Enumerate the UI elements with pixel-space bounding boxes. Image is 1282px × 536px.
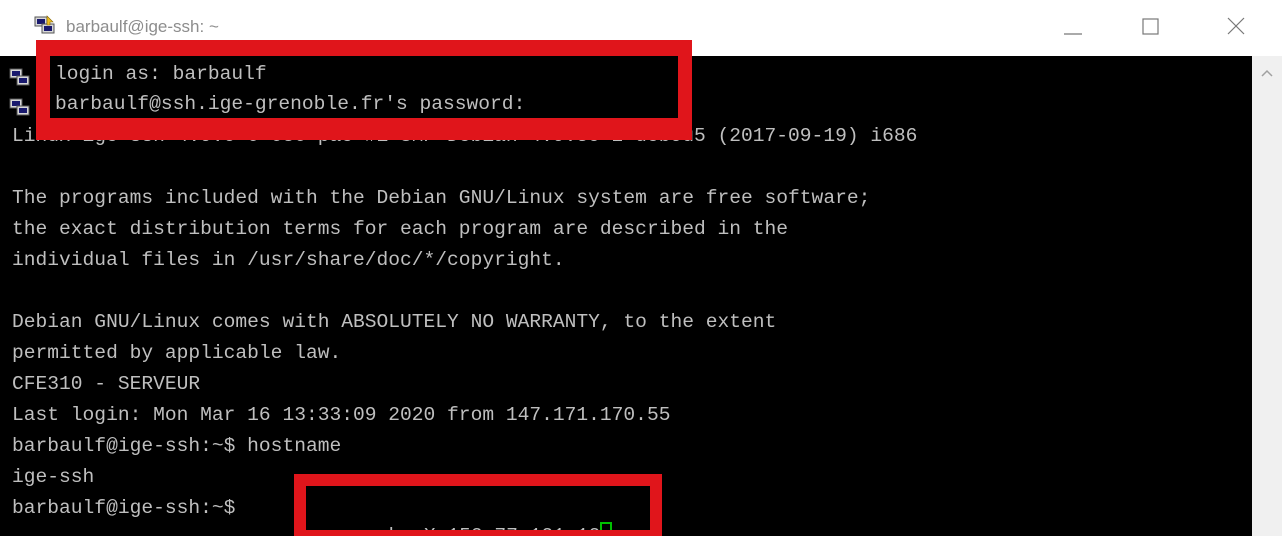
maximize-icon: [1142, 18, 1159, 35]
maximize-button[interactable]: [1128, 0, 1174, 56]
highlight-frame-login: [36, 40, 692, 56]
terminal-line: Debian GNU/Linux comes with ABSOLUTELY N…: [12, 311, 777, 333]
minimize-icon: [1064, 33, 1082, 35]
highlight-frame-login-bottom: [36, 118, 692, 140]
terminal-line: individual files in /usr/share/doc/*/cop…: [12, 249, 565, 271]
vertical-scrollbar[interactable]: [1252, 56, 1282, 536]
terminal-line-login: login as: barbaulf: [55, 63, 267, 85]
terminal-line: CFE310 - SERVEUR: [12, 373, 201, 395]
terminal-line: The programs included with the Debian GN…: [12, 187, 871, 209]
putty-line-icon: [9, 66, 31, 88]
minimize-button[interactable]: [1050, 0, 1096, 56]
terminal-line: ige-ssh: [12, 466, 95, 488]
putty-line-icon: [9, 96, 31, 118]
terminal-line: barbaulf@ige-ssh:~$ hostname: [12, 435, 342, 457]
terminal-line: permitted by applicable law.: [12, 342, 342, 364]
terminal-line-password: barbaulf@ssh.ige-grenoble.fr's password:: [55, 93, 526, 115]
highlight-frame-cmd-right: [650, 474, 662, 536]
command-line[interactable]: ssh -X 152.77.121.12: [318, 494, 613, 536]
highlight-frame-cmd-bottom: [294, 530, 662, 536]
close-button[interactable]: [1213, 0, 1259, 56]
close-icon: [1227, 17, 1245, 35]
window-title: barbaulf@ige-ssh: ~: [66, 17, 219, 36]
highlight-frame-cmd-top: [294, 474, 662, 486]
terminal-line: the exact distribution terms for each pr…: [12, 218, 789, 240]
scroll-up-icon[interactable]: [1261, 68, 1273, 78]
terminal-line: Last login: Mon Mar 16 13:33:09 2020 fro…: [12, 404, 671, 426]
highlight-frame-cmd-left: [294, 474, 306, 536]
putty-icon[interactable]: [34, 14, 56, 36]
terminal-prompt: barbaulf@ige-ssh:~$: [12, 497, 248, 519]
